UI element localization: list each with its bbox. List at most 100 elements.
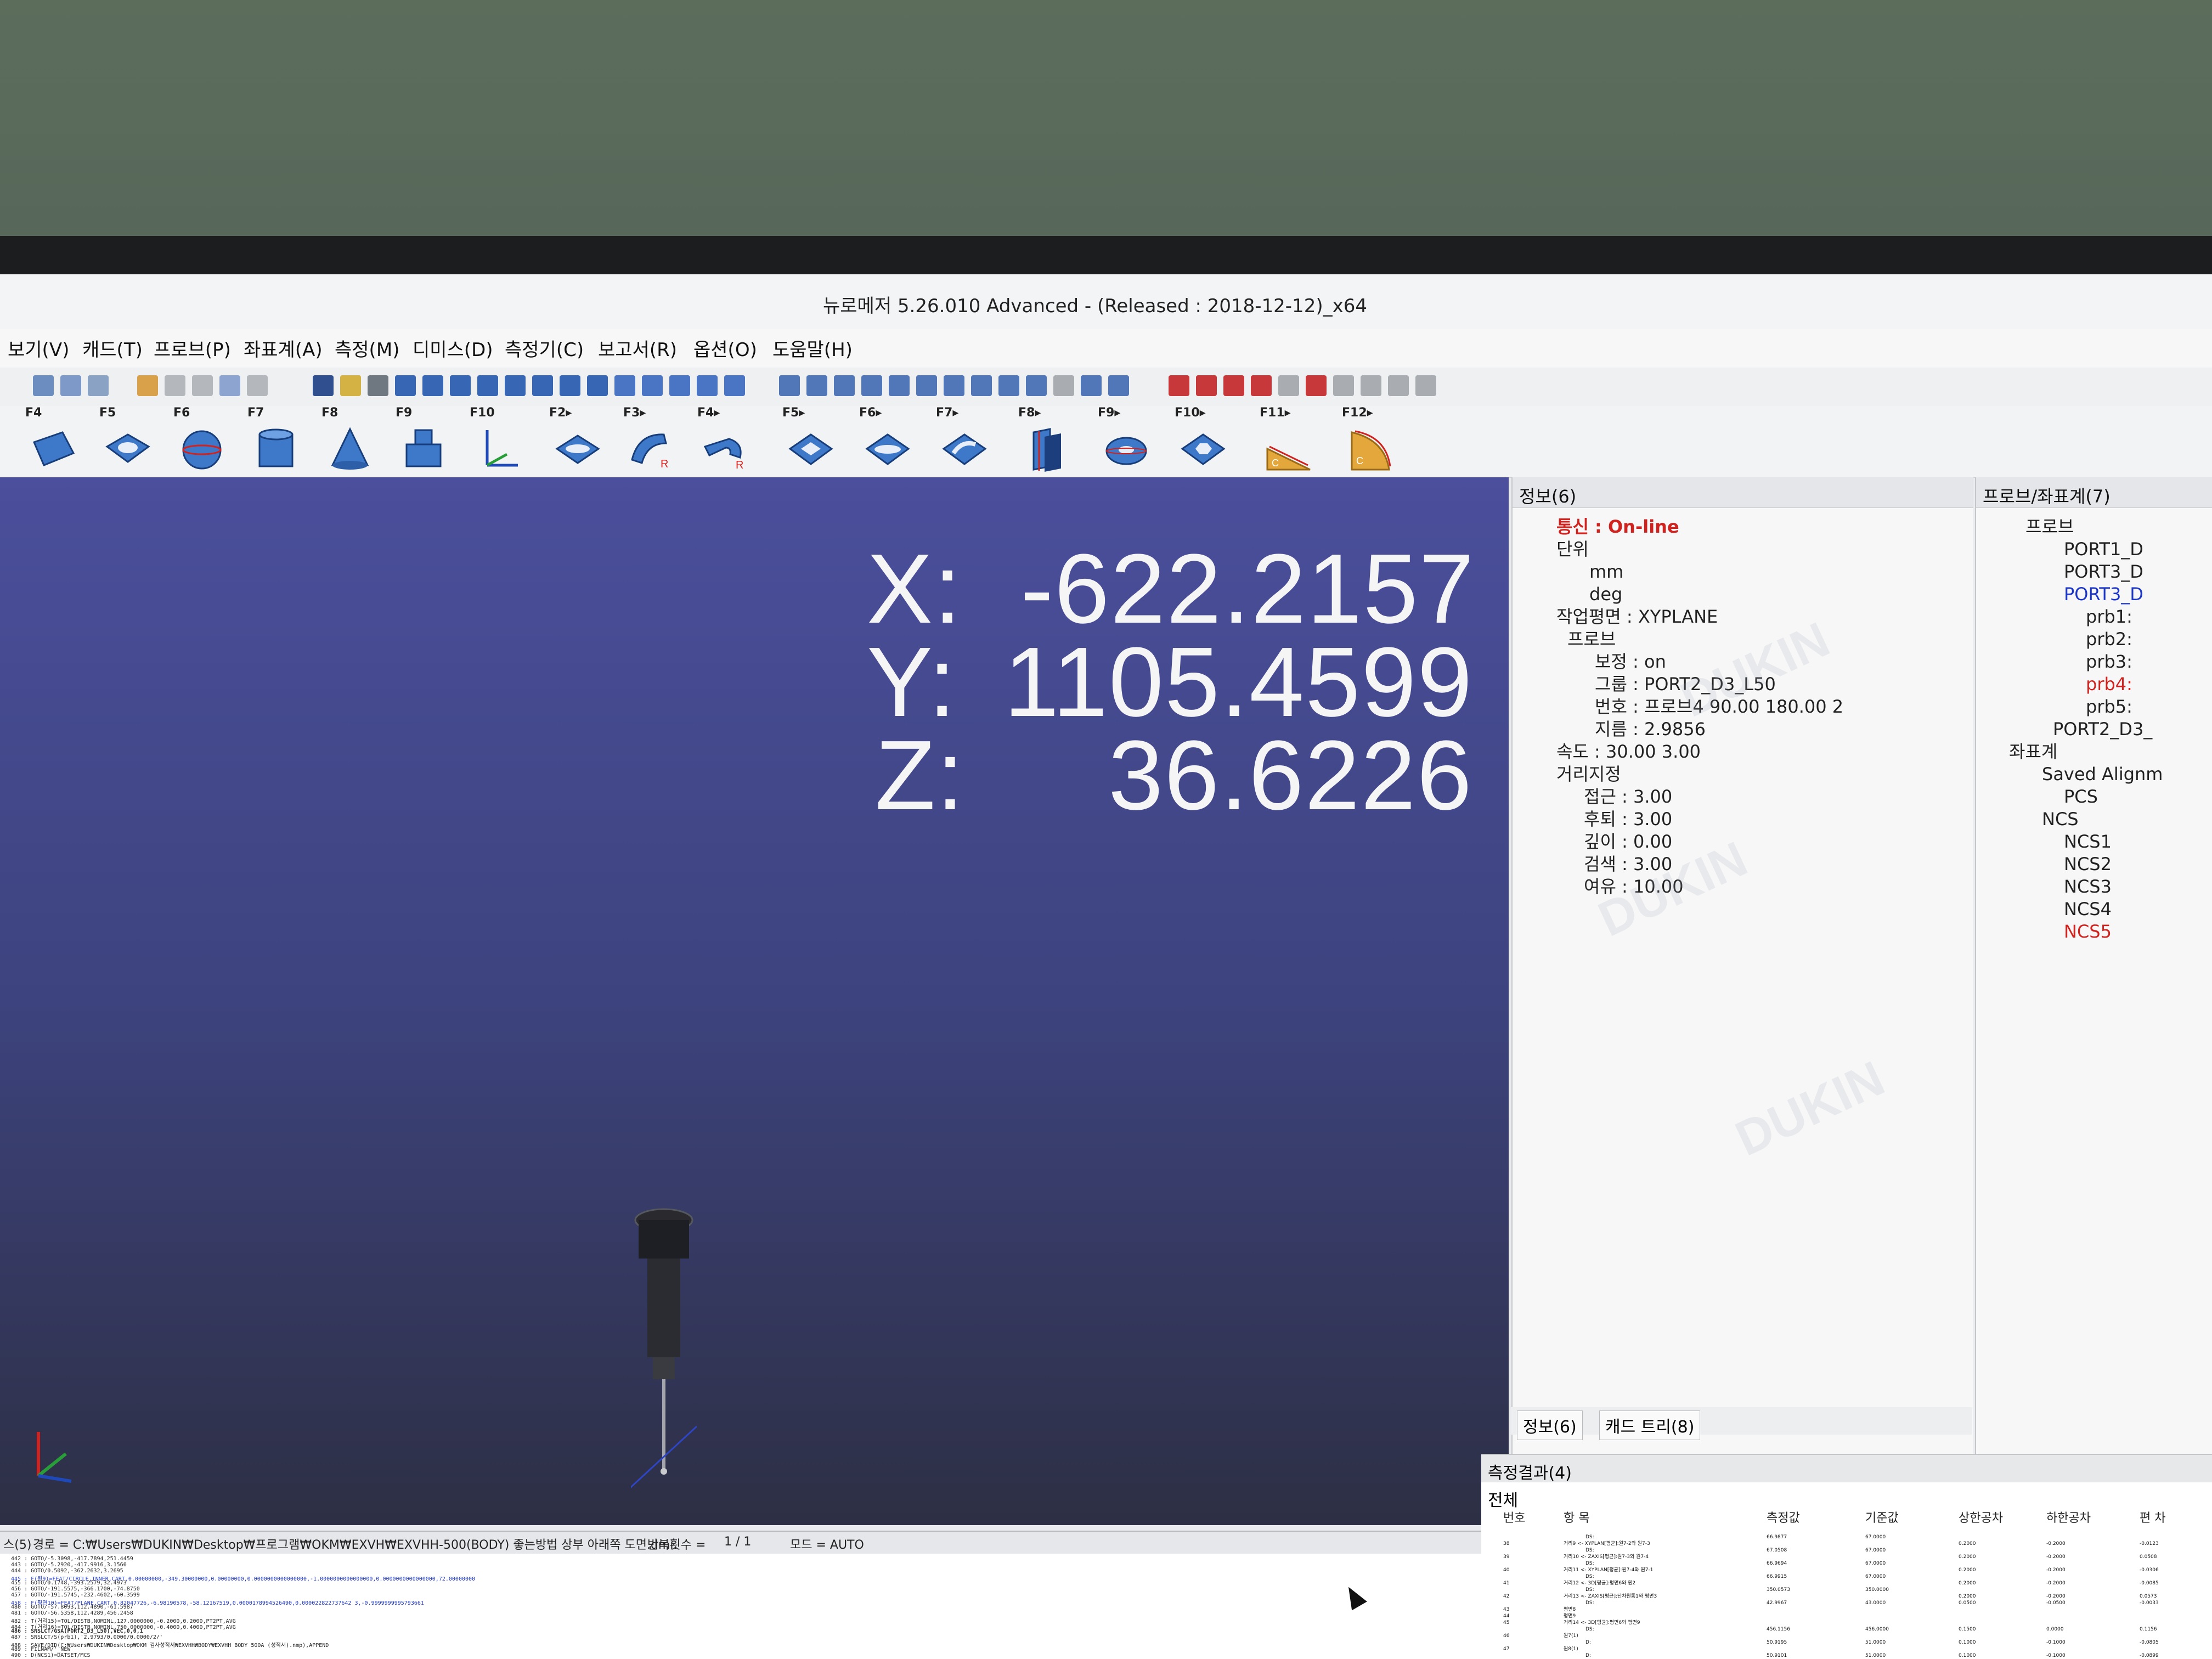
results-cell[interactable]: 0.0000	[2046, 1627, 2064, 1632]
results-cell[interactable]: 0.0508	[2140, 1554, 2157, 1560]
machine-1-icon[interactable]	[1169, 375, 1189, 396]
fkey-axis-button[interactable]: F10	[466, 406, 532, 477]
tree-item[interactable]: PORT2_D3_	[1982, 718, 2163, 741]
results-cell[interactable]: -0.0805	[2140, 1640, 2159, 1645]
results-filter[interactable]: 전체	[1488, 1487, 1518, 1511]
fkey-cone-button[interactable]: F8	[318, 406, 384, 477]
fkey-angle-c-button[interactable]: F11▸ C	[1256, 406, 1322, 477]
window-icon[interactable]	[1361, 375, 1381, 396]
fkey-arc-slot-button[interactable]: F7▸	[933, 406, 998, 477]
table-icon[interactable]	[1081, 375, 1102, 396]
cube-view-7-icon[interactable]	[560, 375, 580, 396]
results-cell[interactable]: -0.1000	[2046, 1653, 2066, 1658]
machine-4-icon[interactable]	[1251, 375, 1272, 396]
tree-item[interactable]: NCS2	[1982, 853, 2163, 876]
disk-icon[interactable]	[1415, 375, 1436, 396]
tree-item[interactable]: 속도 : 30.00 3.00	[1518, 741, 1843, 763]
fkey-square-slot-button[interactable]: F5▸	[779, 406, 845, 477]
results-column-header[interactable]: 측정값	[1767, 1511, 1800, 1525]
fkey-oval-slot-button[interactable]: F6▸	[856, 406, 922, 477]
rotate-2-icon[interactable]	[642, 375, 663, 396]
tree-item[interactable]: 지름 : 2.9856	[1518, 718, 1843, 741]
save-cad-icon[interactable]	[165, 375, 185, 396]
results-cell[interactable]: -0.2000	[2046, 1567, 2066, 1573]
results-cell[interactable]: 67.0000	[1865, 1561, 1886, 1566]
3d-viewport[interactable]: X: -622.2157 Y: 1105.4599 Z: 36.6226	[0, 477, 1509, 1525]
machine-3-icon[interactable]	[1223, 375, 1244, 396]
results-cell[interactable]: 40	[1503, 1567, 1510, 1573]
results-cell[interactable]: 거리9 <- XYPLAN[평균]:원7-2와 원7-3	[1564, 1540, 1650, 1547]
fkey-sphere-button[interactable]: F6	[170, 406, 236, 477]
results-cell[interactable]: D:	[1585, 1640, 1591, 1645]
results-column-header[interactable]: 기준값	[1865, 1511, 1899, 1525]
results-cell[interactable]: 67.0000	[1865, 1534, 1886, 1540]
fkey-hex-slot-button[interactable]: F10▸	[1171, 406, 1237, 477]
tree-item[interactable]: NCS3	[1982, 876, 2163, 898]
tree-item[interactable]: deg	[1518, 583, 1843, 606]
results-cell[interactable]: 거리13 <- ZAXIS[평균]:단차원통1와 평면3	[1564, 1593, 1657, 1599]
results-cell[interactable]: 67.0000	[1865, 1548, 1886, 1553]
probe-icon[interactable]	[834, 375, 855, 396]
command-line[interactable]: 443 : GOTO/-5.2920,-417.9916,3.1560	[11, 1562, 127, 1568]
coord-icon[interactable]	[889, 375, 910, 396]
menu-report[interactable]: 보고서(R)	[598, 335, 677, 362]
open-cad-icon[interactable]	[137, 375, 158, 396]
link-icon[interactable]	[247, 375, 268, 396]
results-column-header[interactable]: 항 목	[1564, 1511, 1589, 1525]
results-cell[interactable]: 0.0500	[1959, 1600, 1976, 1606]
results-cell[interactable]: 456.1156	[1767, 1627, 1790, 1632]
fkey-bend-r-button[interactable]: F4▸ R	[694, 406, 760, 477]
results-cell[interactable]: 39	[1503, 1554, 1510, 1560]
results-cell[interactable]: 50.9195	[1767, 1640, 1787, 1645]
results-column-header[interactable]: 하한공차	[2046, 1511, 2091, 1525]
results-cell[interactable]: 0.0573	[2140, 1594, 2157, 1599]
target-2-icon[interactable]	[1026, 375, 1047, 396]
results-cell[interactable]: -0.2000	[2046, 1554, 2066, 1560]
menu-view[interactable]: 보기(V)	[8, 335, 69, 362]
probe-setup-icon[interactable]	[806, 375, 827, 396]
fkey-cylinder-button[interactable]: F7	[244, 406, 310, 477]
results-cell[interactable]: -0.0899	[2140, 1653, 2159, 1658]
tree-item[interactable]: 번호 : 프로브4 90.00 180.00 2	[1518, 696, 1843, 718]
results-column-header[interactable]: 번호	[1503, 1511, 1525, 1525]
menu-cad[interactable]: 캐드(T)	[82, 335, 143, 362]
hand-icon[interactable]	[1333, 375, 1354, 396]
results-cell[interactable]: 41	[1503, 1581, 1509, 1586]
results-cell[interactable]: 거리14 <- 3D[평균]:평면6와 평면9	[1564, 1619, 1640, 1626]
menu-probe[interactable]: 프로브(P)	[154, 335, 231, 362]
command-line[interactable]: 486 : SNSLCT/GSA(PORT2_D3_L50),VEC,0,0,1	[11, 1628, 143, 1634]
results-cell[interactable]: 거리10 <- ZAXIS[평균]:원7-3와 원7-4	[1564, 1553, 1649, 1560]
results-cell[interactable]: DS:	[1585, 1548, 1594, 1553]
results-cell[interactable]: 51.0000	[1865, 1640, 1886, 1645]
tree-item[interactable]: 후퇴 : 3.00	[1518, 808, 1843, 831]
results-cell[interactable]: -0.0123	[2140, 1541, 2159, 1547]
coord-2-icon[interactable]	[916, 375, 937, 396]
command-line[interactable]: 456 : GOTO/-191.5575,-366.1700,-74.8750	[11, 1586, 140, 1592]
results-cell[interactable]: -0.2000	[2046, 1541, 2066, 1547]
tree-item[interactable]: PORT3_D	[1982, 583, 2163, 606]
results-cell[interactable]: 0.1500	[1959, 1627, 1976, 1632]
tree-item[interactable]: 좌표계	[1982, 741, 2163, 763]
results-column-header[interactable]: 편 차	[2140, 1511, 2165, 1525]
align-icon[interactable]	[779, 375, 800, 396]
results-cell[interactable]: 0.1000	[1959, 1653, 1976, 1658]
cube-view-4-icon[interactable]	[477, 375, 498, 396]
results-cell[interactable]: 67.0508	[1767, 1548, 1787, 1553]
results-cell[interactable]: 38	[1503, 1541, 1510, 1547]
results-cell[interactable]: -0.1000	[2046, 1640, 2066, 1645]
results-cell[interactable]: 42	[1503, 1594, 1509, 1599]
export-icon[interactable]	[219, 375, 240, 396]
results-cell[interactable]: DS:	[1585, 1534, 1594, 1540]
results-cell[interactable]: 67.0000	[1865, 1574, 1886, 1579]
fkey-plane-button[interactable]: F4	[22, 406, 88, 477]
view-top-icon[interactable]	[340, 375, 361, 396]
results-cell[interactable]: 50.9101	[1767, 1653, 1787, 1658]
fkey-stepped-cylinder-button[interactable]: F9	[392, 406, 458, 477]
fkey-circle-button[interactable]: F5	[96, 406, 162, 477]
tree-item[interactable]: mm	[1518, 561, 1843, 583]
tree-item[interactable]: prb5:	[1982, 696, 2163, 718]
tree-item[interactable]: 접근 : 3.00	[1518, 786, 1843, 808]
command-line[interactable]: 444 : GOTO/0.5092,-362.2632,3.2695	[11, 1568, 123, 1574]
chart-icon[interactable]	[1108, 375, 1129, 396]
results-cell[interactable]: 거리12 <- 3D[평균]:평면6와 원2	[1564, 1579, 1635, 1586]
